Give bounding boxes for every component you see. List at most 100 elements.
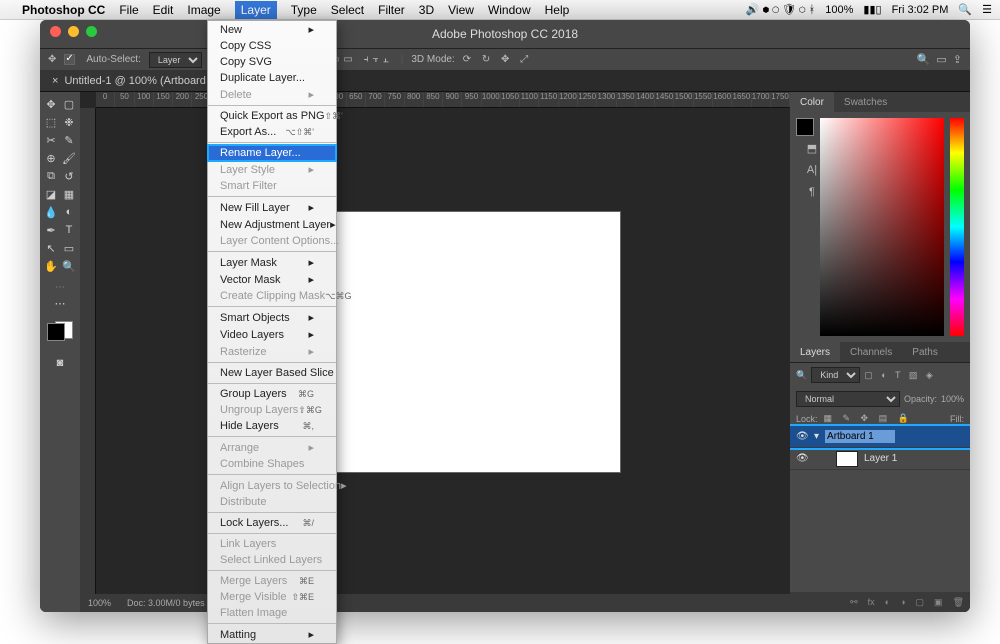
menu-select[interactable]: Select	[331, 3, 364, 17]
brush-tool[interactable]: 🖌	[61, 150, 77, 166]
edit-toolbar[interactable]: ⋯	[52, 295, 68, 311]
color-swatches[interactable]	[47, 313, 73, 339]
marquee-tool[interactable]: ⬚	[43, 114, 59, 130]
battery-percent[interactable]: 100%	[825, 4, 853, 16]
color-field[interactable]	[820, 118, 944, 336]
link-icon[interactable]: ⚯	[850, 597, 858, 608]
crop-tool[interactable]: ✂	[43, 132, 59, 148]
close-icon[interactable]	[50, 26, 61, 37]
layer-row-layer1[interactable]: 👁 Layer 1	[790, 448, 970, 470]
filter-icons[interactable]: ▢ ◐ T ▨ ◈	[864, 370, 936, 381]
menu-3d[interactable]: 3D	[419, 3, 434, 17]
menu-help[interactable]: Help	[545, 3, 570, 17]
menu-item-hide-layers[interactable]: Hide Layers⌘,	[208, 418, 336, 434]
shape-tool[interactable]: ▭	[61, 240, 77, 256]
visibility-icon[interactable]: 👁	[796, 453, 808, 464]
menu-item-lock-layers-[interactable]: Lock Layers...⌘/	[208, 515, 336, 531]
move-tool[interactable]: ✥	[43, 96, 59, 112]
document-tab[interactable]: ×Untitled-1 @ 100% (Artboard	[40, 70, 219, 91]
menu-item-group-layers[interactable]: Group Layers⌘G	[208, 386, 336, 402]
menu-item-new-fill-layer[interactable]: New Fill Layer▸	[208, 199, 336, 216]
tab-paths[interactable]: Paths	[902, 342, 948, 362]
opacity-value[interactable]: 100%	[941, 394, 964, 404]
lasso-tool[interactable]: ❉	[61, 114, 77, 130]
visibility-icon[interactable]: 👁	[796, 431, 808, 442]
layer-row-artboard[interactable]: 👁 ▾	[790, 426, 970, 448]
layer-menu-dropdown[interactable]: New▸Copy CSSCopy SVGDuplicate Layer...De…	[207, 20, 337, 644]
gradient-tool[interactable]: ▦	[61, 186, 77, 202]
eraser-tool[interactable]: ◪	[43, 186, 59, 202]
blend-mode-dropdown[interactable]: Normal	[796, 391, 900, 407]
menu-image[interactable]: Image	[187, 3, 220, 17]
menu-layer[interactable]: Layer	[235, 1, 277, 19]
trash-icon[interactable]: 🗑	[953, 597, 964, 608]
menu-item-duplicate-layer-[interactable]: Duplicate Layer...	[208, 70, 336, 86]
options-bar[interactable]: ✥ Auto-Select: Layer Show T | ▯▯▯ ▭▭▭ ⫞⫟…	[40, 48, 970, 70]
hue-slider[interactable]	[950, 118, 964, 336]
color-picker[interactable]	[790, 112, 970, 342]
search-icon[interactable]: 🔍	[917, 53, 931, 66]
share-icon[interactable]: ⇪	[953, 53, 962, 66]
eyedropper-tool[interactable]: ✎	[61, 132, 77, 148]
canvas-area[interactable]: 0501001502002503003504004505005506006507…	[80, 92, 790, 612]
menu-app[interactable]: Photoshop CC	[22, 3, 105, 17]
menu-item-new[interactable]: New▸	[208, 21, 336, 38]
layer-thumbnail[interactable]	[836, 451, 858, 467]
path-tool[interactable]: ↖	[43, 240, 59, 256]
color-panel-tabs[interactable]: Color Swatches	[790, 92, 970, 112]
3d-icons[interactable]: ⟳ ↻ ✥ ⤢	[463, 54, 532, 65]
menu-edit[interactable]: Edit	[153, 3, 174, 17]
layers-footer[interactable]: ⚯ fx ◐ ◑ ▢ ▣ 🗑	[790, 592, 970, 612]
mask-icon[interactable]: ◐	[885, 597, 890, 607]
tab-layers[interactable]: Layers	[790, 342, 840, 362]
menu-item-matting[interactable]: Matting▸	[208, 626, 336, 643]
traffic-lights[interactable]	[50, 26, 97, 37]
workspace-icon[interactable]: ▭	[936, 53, 946, 66]
menu-item-export-as-[interactable]: Export As...⌥⇧⌘'	[208, 124, 336, 140]
new-layer-icon[interactable]: ▣	[934, 597, 943, 608]
menu-window[interactable]: Window	[488, 3, 531, 17]
control-center-icon[interactable]: ☰	[982, 3, 992, 16]
dodge-tool[interactable]: ◐	[61, 204, 77, 220]
menu-view[interactable]: View	[448, 3, 474, 17]
blur-tool[interactable]: 💧	[43, 204, 59, 220]
maximize-icon[interactable]	[86, 26, 97, 37]
tab-channels[interactable]: Channels	[840, 342, 902, 362]
menu-item-layer-mask[interactable]: Layer Mask▸	[208, 254, 336, 271]
status-icons[interactable]: 🔊 ⬢ ◯ 🛡 ⬡ ᚼ	[746, 3, 815, 16]
picker-fg-swatch[interactable]	[796, 118, 814, 136]
menu-item-video-layers[interactable]: Video Layers▸	[208, 326, 336, 343]
menu-type[interactable]: Type	[291, 3, 317, 17]
pen-tool[interactable]: ✒	[43, 222, 59, 238]
lock-icons[interactable]: ▦ ✎ ✥ ▤ 🔒	[824, 413, 913, 424]
artboard-tool[interactable]: ▢	[61, 96, 77, 112]
menu-item-new-layer-based-slice[interactable]: New Layer Based Slice	[208, 365, 336, 381]
heal-tool[interactable]: ⊕	[43, 150, 59, 166]
tools-panel[interactable]: ✥▢ ⬚❉ ✂✎ ⊕🖌 ⧉↺ ◪▦ 💧◐ ✒T ↖▭ ✋🔍 ⋯ ⋯ ◙	[40, 92, 80, 612]
fg-color-swatch[interactable]	[47, 323, 65, 341]
menu-filter[interactable]: Filter	[378, 3, 405, 17]
type-tool[interactable]: T	[61, 222, 77, 238]
layers-panel-tabs[interactable]: Layers Channels Paths	[790, 342, 970, 362]
history-brush-tool[interactable]: ↺	[61, 168, 77, 184]
autoselect-checkbox[interactable]	[64, 54, 75, 65]
filter-icon[interactable]: 🔍	[796, 370, 807, 381]
quickmask-tool[interactable]: ◙	[52, 355, 68, 371]
clock[interactable]: Fri 3:02 PM	[892, 4, 949, 16]
menu-item-copy-svg[interactable]: Copy SVG	[208, 54, 336, 70]
hand-tool[interactable]: ✋	[43, 258, 59, 274]
fx-icon[interactable]: fx	[868, 597, 875, 607]
battery-icon[interactable]: ▮▮▯	[863, 3, 881, 16]
document-tab-bar[interactable]: ×Untitled-1 @ 100% (Artboard	[40, 70, 970, 92]
tab-swatches[interactable]: Swatches	[834, 92, 897, 112]
menu-item-rename-layer-[interactable]: Rename Layer...	[208, 145, 336, 161]
menu-item-quick-export-as-png[interactable]: Quick Export as PNG⇧⌘'	[208, 108, 336, 124]
menu-item-new-adjustment-layer[interactable]: New Adjustment Layer▸	[208, 216, 336, 233]
tab-color[interactable]: Color	[790, 92, 834, 112]
minimize-icon[interactable]	[68, 26, 79, 37]
layer-name-input[interactable]	[825, 430, 895, 443]
group-icon[interactable]: ▢	[916, 597, 925, 608]
zoom-level[interactable]: 100%	[88, 598, 111, 608]
stamp-tool[interactable]: ⧉	[43, 168, 59, 184]
menu-item-vector-mask[interactable]: Vector Mask▸	[208, 271, 336, 288]
